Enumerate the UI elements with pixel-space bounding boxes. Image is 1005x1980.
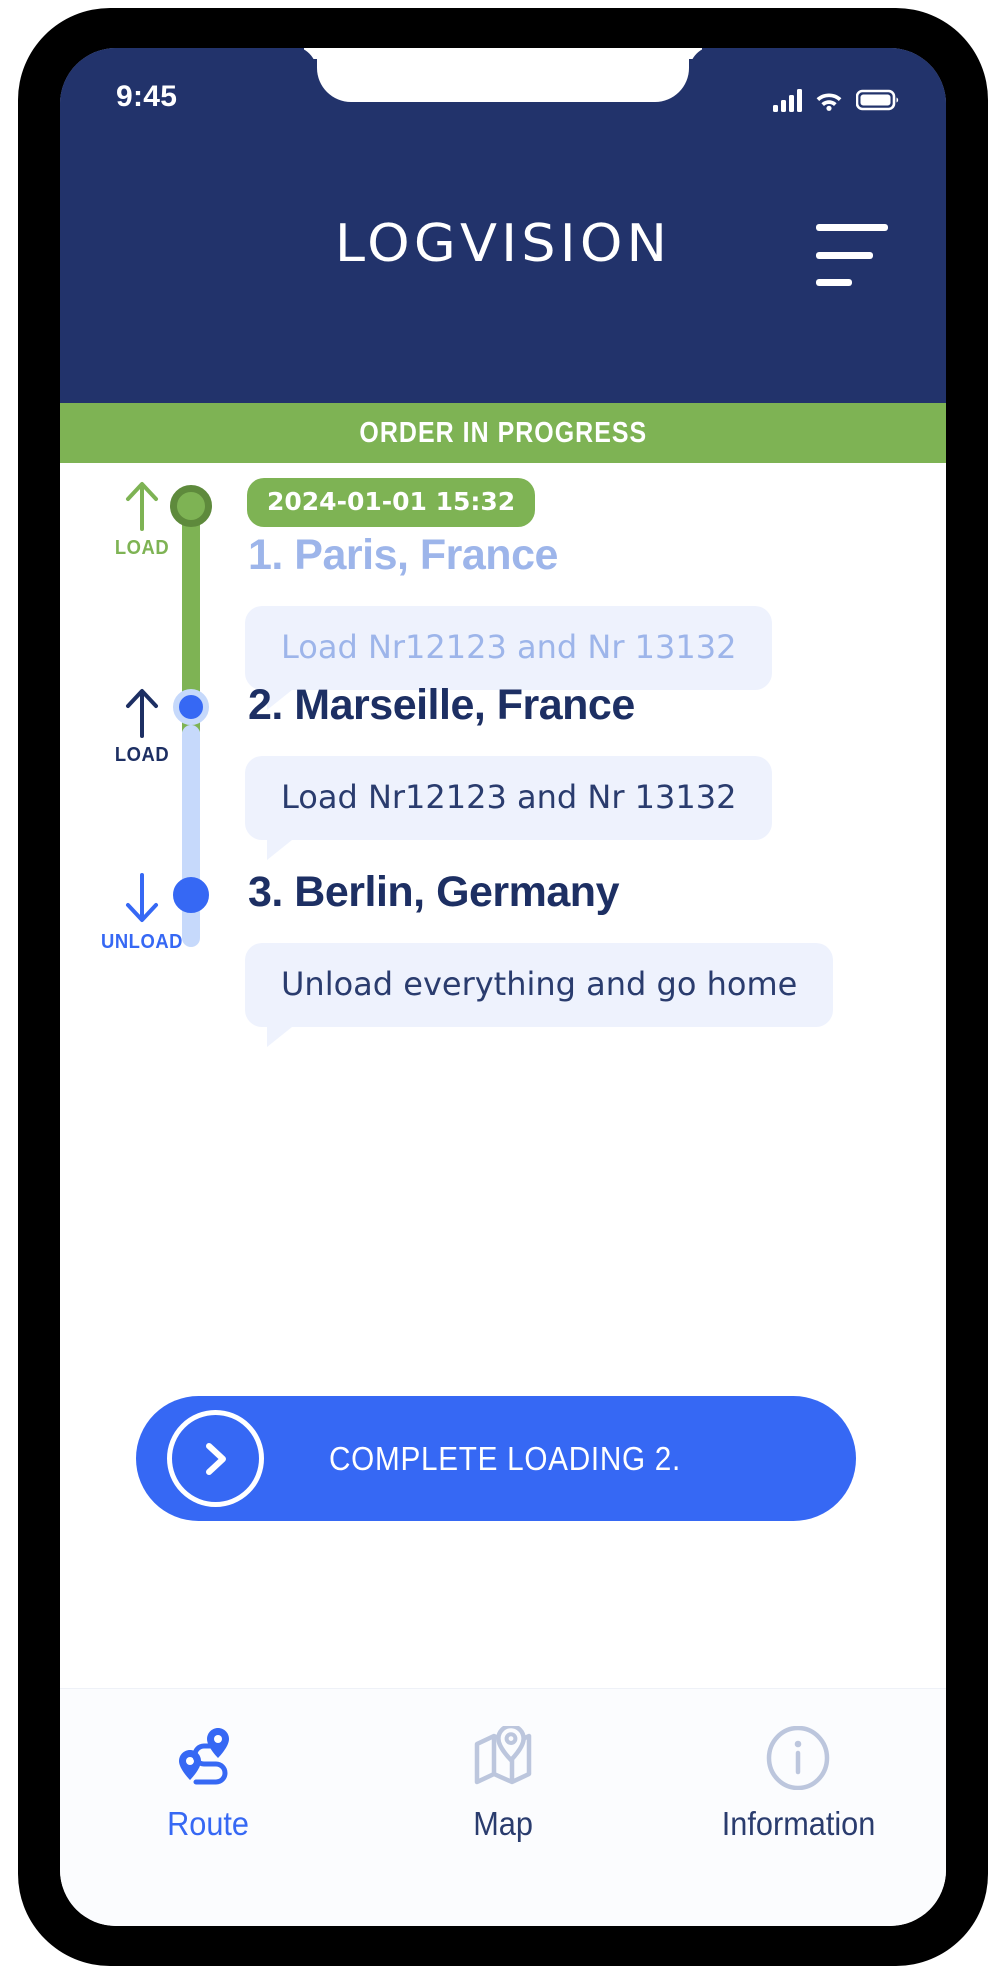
stop-3-marker [173,877,209,913]
stop-1-action-label: LOAD [114,537,170,559]
order-status-banner: ORDER IN PROGRESS [60,403,946,463]
wifi-icon [814,88,844,112]
status-bar-icons [773,78,900,112]
arrow-up-icon [126,482,158,531]
nav-label-route: Route [166,1805,249,1842]
device-notch [317,48,689,102]
arrow-up-icon [126,689,158,738]
app-header: 9:45 LOGVISION [60,48,946,403]
stop-3-title: 3. Berlin, Germany [248,868,620,916]
hamburger-menu-icon[interactable] [816,224,888,286]
route-pins-icon [172,1723,244,1793]
stop-2-note: Load Nr12123 and Nr 13132 [245,756,773,860]
phone-screen: 9:45 LOGVISION ORDER IN PROGRESS LOAD 20… [60,48,946,1926]
stop-2-marker [173,689,209,725]
app-brand-title: LOGVISION [334,214,672,274]
arrow-down-icon [126,873,158,922]
nav-item-route[interactable]: Route [60,1723,355,1843]
battery-icon [855,88,900,112]
stop-2-title: 2. Marseille, France [248,681,635,729]
stop-1-marker [170,485,212,527]
complete-loading-label: COMPLETE LOADING 2. [328,1439,682,1477]
info-circle-icon [764,1723,832,1793]
nav-item-map[interactable]: Map [355,1723,650,1843]
complete-loading-button[interactable]: COMPLETE LOADING 2. [136,1396,856,1521]
stop-2-action-label: LOAD [114,744,170,766]
status-bar-time: 9:45 [116,80,178,113]
stop-3-note: Unload everything and go home [245,943,834,1047]
bottom-navigation: Route Map Information [60,1688,946,1926]
signal-bars-icon [773,88,802,112]
chevron-right-circle-icon [167,1410,264,1507]
map-pin-icon [467,1723,539,1793]
nav-label-map: Map [473,1805,533,1842]
stop-3-action-label: UNLOAD [100,931,184,953]
nav-label-information: Information [721,1805,876,1842]
stop-1-note: Load Nr12123 and Nr 13132 [245,606,773,710]
stop-1-timestamp: 2024-01-01 15:32 [247,478,536,527]
status-bar: 9:45 [60,48,946,166]
order-status-label: ORDER IN PROGRESS [359,416,647,449]
stop-1-title: 1. Paris, France [248,531,558,579]
phone-frame: 9:45 LOGVISION ORDER IN PROGRESS LOAD 20… [18,8,988,1966]
nav-item-information[interactable]: Information [651,1723,946,1843]
